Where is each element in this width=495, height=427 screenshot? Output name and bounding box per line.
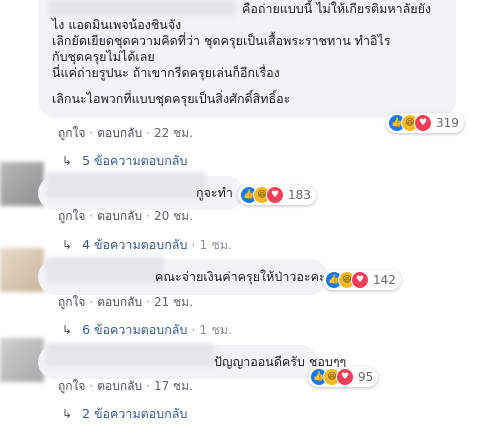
replies-count: 6 ข้อความตอบกลับ: [82, 322, 188, 337]
reaction-summary[interactable]: 👍 😆 ♥ 95: [308, 367, 379, 387]
comment-time[interactable]: 22 ชม.: [154, 126, 193, 140]
reaction-summary[interactable]: 👍 😆 ♥ 142: [323, 270, 401, 290]
replies-count: 5 ข้อความตอบกลับ: [82, 153, 188, 168]
comment-actions: ถูกใจ · ตอบกลับ · 22 ชม.: [58, 126, 193, 140]
comment-actions: ถูกใจ · ตอบกลับ · 17 ชม.: [58, 379, 193, 393]
reply-arrow-icon: ↳: [62, 154, 73, 168]
view-replies-link[interactable]: ↳ 4 ข้อความตอบกลับ · 1 ชม.: [62, 235, 232, 255]
like-link[interactable]: ถูกใจ: [58, 379, 85, 393]
comment-line: คือถ่ายแบบนี้ ไม่ให้เกียรติมหาลัยยัง: [242, 1, 432, 16]
love-reaction-icon: ♥: [351, 271, 369, 289]
comment-time[interactable]: 17 ชม.: [154, 379, 193, 393]
comment-bubble: คณะจ่ายเงินค่าครุยให้ป่าวอะคะ??: [38, 257, 339, 295]
view-replies-link[interactable]: ↳ 5 ข้อความตอบกลับ: [62, 151, 187, 171]
comment-line: นี่แค่ถ่ายรูปนะ ถ้าเขากรีดครุยเล่นก็อีกเ…: [52, 65, 280, 80]
comment-actions: ถูกใจ · ตอบกลับ · 20 ชม.: [58, 209, 193, 223]
reaction-count: 319: [436, 116, 459, 130]
avatar[interactable]: [0, 248, 44, 292]
reply-arrow-icon: ↳: [62, 323, 73, 337]
comment-line: [52, 81, 452, 91]
avatar[interactable]: [0, 162, 44, 206]
comment-time[interactable]: 20 ชม.: [154, 209, 193, 223]
comment-bubble: กูจะทำ: [38, 172, 244, 210]
comment-line: เลิกนะไอพวกที่แบบชุดครุยเป็นสิ่งศักดิ์สิ…: [52, 91, 291, 106]
love-reaction-icon: ♥: [336, 368, 354, 386]
replies-time: 1 ชม.: [199, 322, 233, 337]
comment-time[interactable]: 21 ชม.: [154, 295, 193, 309]
comment-line: ไง แอดมินเพจน้องชินจัง: [52, 17, 182, 32]
reply-arrow-icon: ↳: [62, 407, 73, 421]
reply-link[interactable]: ตอบกลับ: [97, 379, 142, 393]
comment-text: กูจะทำ: [196, 185, 233, 200]
like-link[interactable]: ถูกใจ: [58, 126, 85, 140]
comment-text: คือถ่ายแบบนี้ ไม่ให้เกียรติมหาลัยยัง ไง …: [52, 1, 452, 107]
comment-line: กับชุดครุยไม่ได้เลย: [52, 49, 155, 64]
comment-line: เลิกยัดเยียดชุดความคิดที่ว่า ชุดครุยเป็น…: [52, 33, 391, 48]
reply-link[interactable]: ตอบกลับ: [97, 295, 142, 309]
comment-bubble: ปัญญาออนดีครับ ชอบๆๆ: [38, 343, 346, 379]
replies-count: 2 ข้อความตอบกลับ: [82, 406, 188, 421]
blurred-username: [46, 172, 206, 198]
comment-bubble: คือถ่ายแบบนี้ ไม่ให้เกียรติมหาลัยยัง ไง …: [38, 0, 456, 118]
view-replies-link[interactable]: ↳ 2 ข้อความตอบกลับ: [62, 404, 187, 424]
love-reaction-icon: ♥: [414, 114, 432, 132]
reaction-summary[interactable]: 👍 😆 ♥ 183: [238, 185, 316, 205]
replies-time: 1 ชม.: [199, 237, 233, 252]
view-replies-link[interactable]: ↳ 6 ข้อความตอบกลับ · 1 ชม.: [62, 320, 232, 340]
reaction-count: 95: [358, 370, 374, 384]
reply-link[interactable]: ตอบกลับ: [97, 209, 142, 223]
blurred-username: [46, 257, 164, 283]
comment-actions: ถูกใจ · ตอบกลับ · 21 ชม.: [58, 295, 193, 309]
reply-link[interactable]: ตอบกลับ: [97, 126, 142, 140]
reaction-count: 142: [373, 273, 396, 287]
reply-arrow-icon: ↳: [62, 238, 73, 252]
reaction-summary[interactable]: 👍 😆 ♥ 319: [386, 113, 464, 133]
blurred-username: [46, 343, 214, 367]
comment-text: คณะจ่ายเงินค่าครุยให้ป่าวอะคะ??: [155, 269, 339, 284]
replies-count: 4 ข้อความตอบกลับ: [82, 237, 188, 252]
like-link[interactable]: ถูกใจ: [58, 295, 85, 309]
love-reaction-icon: ♥: [266, 186, 284, 204]
reaction-count: 183: [288, 188, 311, 202]
like-link[interactable]: ถูกใจ: [58, 209, 85, 223]
